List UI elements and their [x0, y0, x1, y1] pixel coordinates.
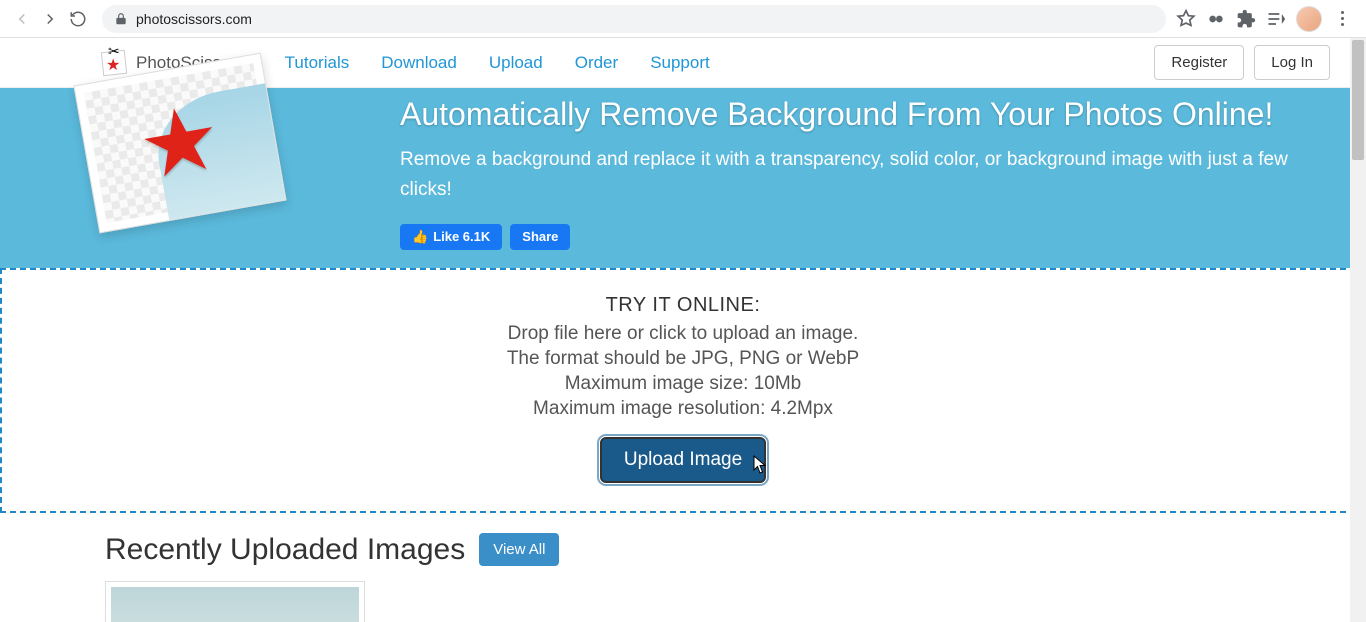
profile-avatar[interactable] [1296, 6, 1322, 32]
recent-title: Recently Uploaded Images [105, 533, 465, 567]
url-text: photoscissors.com [136, 11, 252, 27]
thumbs-up-icon: 👍 [412, 229, 428, 245]
login-button[interactable]: Log In [1254, 45, 1330, 80]
reading-list-icon[interactable] [1266, 9, 1286, 29]
bookmark-star-icon[interactable] [1176, 9, 1196, 29]
page-content: ★ ✂ PhotoScissors Tutorials Download Upl… [0, 38, 1366, 622]
nav-link-support[interactable]: Support [650, 53, 710, 73]
dropzone-instruction: Drop file here or click to upload an ima… [2, 323, 1364, 345]
address-bar[interactable]: photoscissors.com [102, 5, 1166, 33]
nav-link-download[interactable]: Download [381, 53, 457, 73]
upload-dropzone[interactable]: TRY IT ONLINE: Drop file here or click t… [0, 268, 1366, 513]
dropzone-maxsize: Maximum image size: 10Mb [2, 373, 1364, 395]
facebook-share-button[interactable]: Share [510, 224, 570, 250]
scrollbar-thumb[interactable] [1352, 40, 1364, 160]
hero-sample-image: ★ [73, 53, 286, 234]
hero-title: Automatically Remove Background From You… [400, 96, 1306, 133]
nav-link-order[interactable]: Order [575, 53, 618, 73]
nav-link-tutorials[interactable]: Tutorials [285, 53, 350, 73]
hero-section: ★ Automatically Remove Background From Y… [0, 88, 1366, 268]
starfish-icon: ★ [132, 92, 227, 195]
hero-subtitle: Remove a background and replace it with … [400, 145, 1306, 206]
view-all-button[interactable]: View All [479, 533, 559, 566]
extensions-puzzle-icon[interactable] [1236, 9, 1256, 29]
dropzone-heading: TRY IT ONLINE: [2, 294, 1364, 317]
dropzone-maxres: Maximum image resolution: 4.2Mpx [2, 398, 1364, 420]
recent-thumbnail[interactable] [105, 581, 365, 622]
upload-image-button[interactable]: Upload Image [600, 437, 766, 483]
facebook-like-button[interactable]: 👍 Like 6.1K [400, 224, 502, 250]
nav-link-upload[interactable]: Upload [489, 53, 543, 73]
like-label: Like 6.1K [433, 229, 490, 244]
lock-icon [114, 12, 128, 26]
extension-icon-1[interactable] [1206, 9, 1226, 29]
dropzone-format: The format should be JPG, PNG or WebP [2, 348, 1364, 370]
register-button[interactable]: Register [1154, 45, 1244, 80]
brand-logo-icon: ★ ✂ [100, 49, 128, 77]
browser-toolbar: photoscissors.com [0, 0, 1366, 38]
forward-button[interactable] [36, 5, 64, 33]
browser-menu-icon[interactable] [1332, 11, 1352, 26]
scrollbar-track[interactable] [1350, 38, 1366, 622]
back-button[interactable] [8, 5, 36, 33]
recent-section: Recently Uploaded Images View All [0, 513, 1366, 622]
reload-button[interactable] [64, 5, 92, 33]
